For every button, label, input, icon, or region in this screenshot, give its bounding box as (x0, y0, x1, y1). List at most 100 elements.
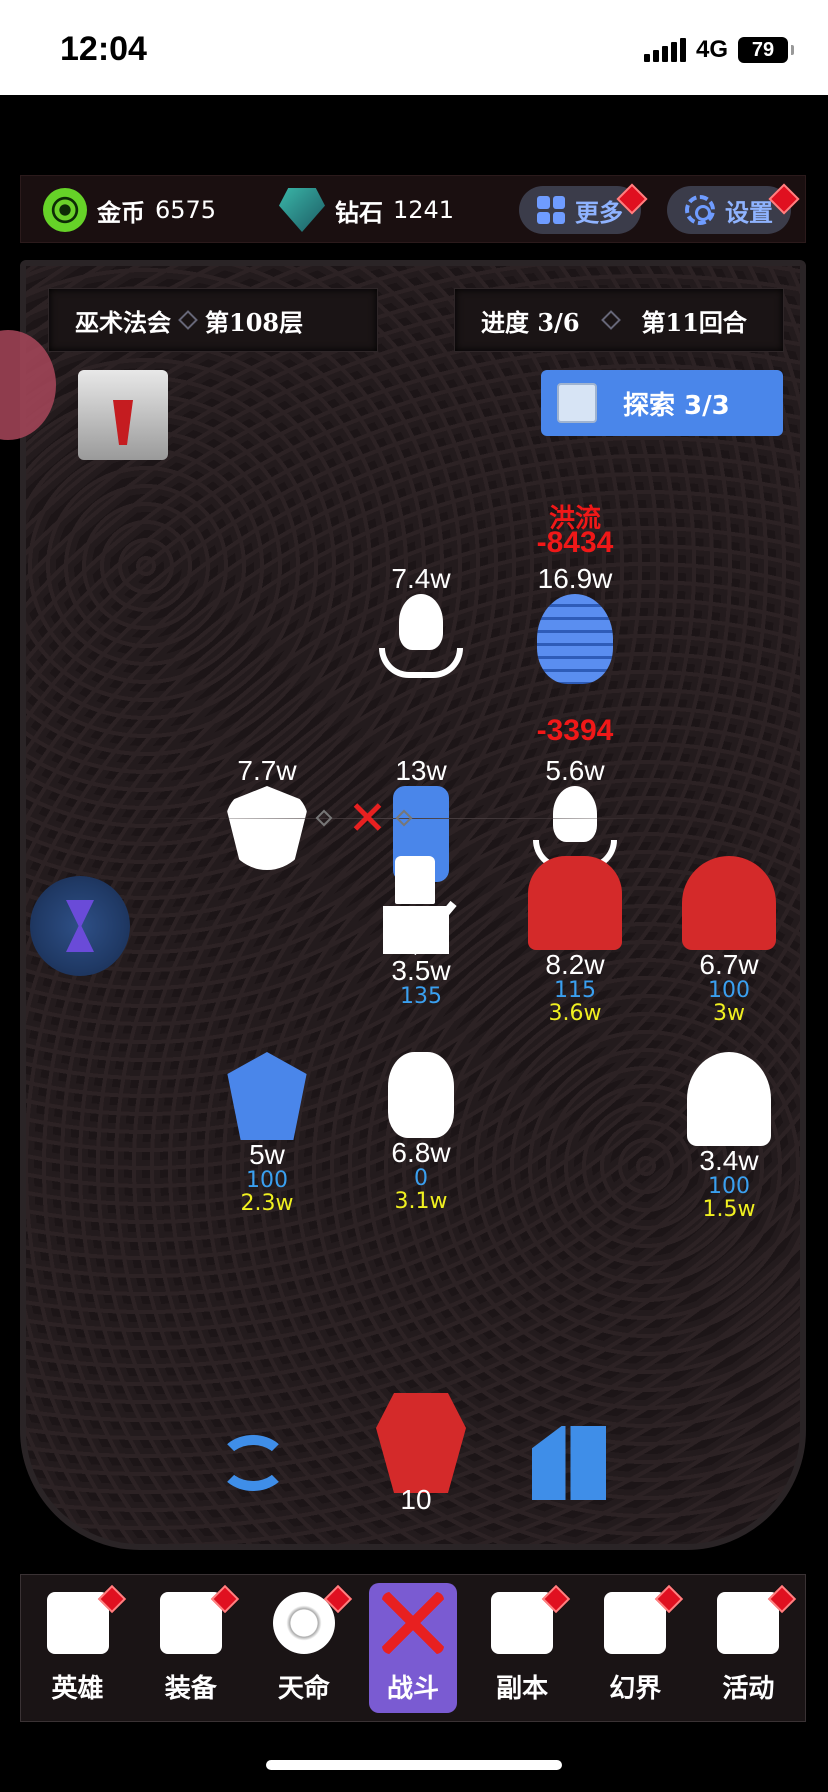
brute-hero[interactable]: 6.7w 100 3w (664, 856, 794, 1026)
sage-hero[interactable]: 3.4w 100 1.5w (664, 1052, 794, 1222)
hero-stat: 100 (708, 1174, 750, 1199)
mummy-icon (537, 594, 613, 684)
gold-coin-icon (43, 188, 87, 232)
hero-hp: 5w (249, 1139, 285, 1170)
vampire-icon (225, 786, 309, 870)
enemy-hp: 7.7w (237, 755, 297, 786)
nav-illusion[interactable]: 幻界 (587, 1583, 684, 1713)
nav-label: 幻界 (609, 1674, 662, 1704)
cyborg-hero[interactable]: 6.8w 0 3.1w (356, 1052, 486, 1214)
round-text: 第11回合 (641, 307, 747, 337)
location-info: 巫术法会 第108层 (48, 288, 378, 352)
hourglass-icon (66, 900, 94, 952)
battery-icon: 79 (738, 37, 794, 63)
gold-label: 金币 (97, 197, 145, 227)
enemy-hp: 16.9w (537, 563, 613, 594)
torch-icon (113, 400, 133, 445)
hero-output: 3w (713, 1001, 745, 1026)
hero-stat: 100 (246, 1168, 288, 1193)
hero-hp: 8.2w (545, 949, 605, 980)
location-name: 巫术法会 (75, 307, 171, 337)
knight-hero[interactable]: 3.5w 135 (356, 856, 486, 1008)
nav-label: 天命 (277, 1674, 330, 1704)
sage-icon (687, 1052, 771, 1146)
hero-hp: 6.8w (391, 1137, 451, 1168)
hero-output: 2.3w (240, 1191, 294, 1216)
enemy-hp: 5.6w (545, 755, 605, 786)
diamond-value: 1241 (393, 196, 455, 224)
cyborg-icon (388, 1052, 454, 1138)
status-bar: 12:04 4G 79 (0, 0, 828, 95)
nav-battle[interactable]: 战斗 (368, 1583, 457, 1713)
map-scroll-icon (557, 383, 597, 423)
pirate-icon (227, 1052, 307, 1140)
mummy-enemy[interactable]: 16.9w (510, 564, 640, 684)
home-indicator[interactable] (266, 1760, 562, 1770)
nav-dungeon[interactable]: 副本 (474, 1583, 571, 1713)
hero-output: 1.5w (702, 1197, 756, 1222)
floor-number: 第108层 (205, 307, 304, 337)
shield-defender-icon (532, 1426, 606, 1500)
diamond-gem-icon (279, 188, 325, 232)
hero-stat: 0 (414, 1166, 428, 1191)
nav-label: 英雄 (51, 1674, 104, 1704)
explore-button[interactable]: 探索 3/3 (541, 370, 783, 436)
hero-hp: 3.5w (391, 955, 451, 986)
explore-label: 探索 3/3 (623, 390, 730, 421)
nav-equipment[interactable]: 装备 (143, 1583, 239, 1713)
brute-icon (682, 856, 776, 950)
progress-text: 进度 3/6 (481, 307, 580, 337)
nav-heroes[interactable]: 英雄 (30, 1583, 126, 1713)
hero-hp: 6.7w (699, 949, 759, 980)
crossed-swords-icon (352, 802, 382, 832)
knight-icon (379, 856, 463, 956)
diamond-label: 钻石 (335, 197, 383, 227)
hero-stat: 100 (708, 978, 750, 1003)
pharaoh-hero[interactable]: 8.2w 115 3.6w (510, 856, 640, 1026)
octopus-enemy-bottom[interactable]: 5.6w (510, 756, 640, 870)
octopus-enemy-top[interactable]: 7.4w (356, 564, 486, 678)
enemy-hp: 13w (395, 755, 447, 786)
battle-divider (136, 818, 696, 819)
resource-bar: 金币 6575 钻石 1241 更多 设置 (20, 175, 806, 243)
gold-value: 6575 (155, 196, 217, 224)
hero-hp: 3.4w (699, 1145, 759, 1176)
grid-menu-icon (537, 196, 565, 224)
pirate-hero[interactable]: 5w 100 2.3w (202, 1052, 332, 1216)
network-type: 4G (695, 36, 728, 63)
totem-count: 10 (400, 1484, 432, 1515)
nav-destiny[interactable]: 天命 (256, 1583, 352, 1713)
nav-label: 副本 (496, 1674, 549, 1704)
status-time: 12:04 (60, 30, 147, 68)
hero-stat: 115 (554, 978, 596, 1003)
separator-diamond-icon (178, 310, 198, 330)
separator-diamond-icon (600, 310, 621, 330)
notification-dot-icon (768, 183, 800, 215)
totem-skill-button[interactable] (376, 1388, 466, 1498)
nav-label: 活动 (722, 1674, 775, 1704)
skull-totem-icon (376, 1393, 466, 1493)
shield-skill-button[interactable] (524, 1418, 614, 1508)
swirl-skill-button[interactable] (208, 1418, 298, 1508)
nav-events[interactable]: 活动 (700, 1583, 797, 1713)
diamond-resource: 钻石 1241 (279, 188, 454, 232)
status-indicators: 4G 79 (643, 36, 794, 64)
bottom-navigation: 英雄 装备 天命 战斗 副本 幻界 活动 (20, 1574, 806, 1722)
octopus-icon (379, 594, 463, 678)
gear-icon (685, 195, 715, 225)
swirl-icon (218, 1435, 288, 1491)
crossed-swords-icon (381, 1592, 444, 1654)
vampire-enemy[interactable]: 7.7w (202, 756, 332, 870)
settings-label: 设置 (725, 198, 773, 227)
battle-board: 巫术法会 第108层 进度 3/6 第11回合 探索 3/3 7.4w 洪流 -… (20, 260, 806, 1550)
nav-label: 装备 (164, 1674, 217, 1704)
more-button[interactable]: 更多 (519, 183, 648, 234)
hero-output: 3.1w (394, 1189, 448, 1214)
settings-button[interactable]: 设置 (667, 183, 800, 234)
enemy-hp: 7.4w (391, 563, 451, 594)
torch-item-card[interactable] (78, 370, 168, 460)
hero-output: 3.6w (548, 1001, 602, 1026)
damage-number: -3394 (536, 714, 614, 747)
hourglass-button[interactable] (30, 876, 130, 976)
damage-number: -8434 (536, 526, 614, 559)
